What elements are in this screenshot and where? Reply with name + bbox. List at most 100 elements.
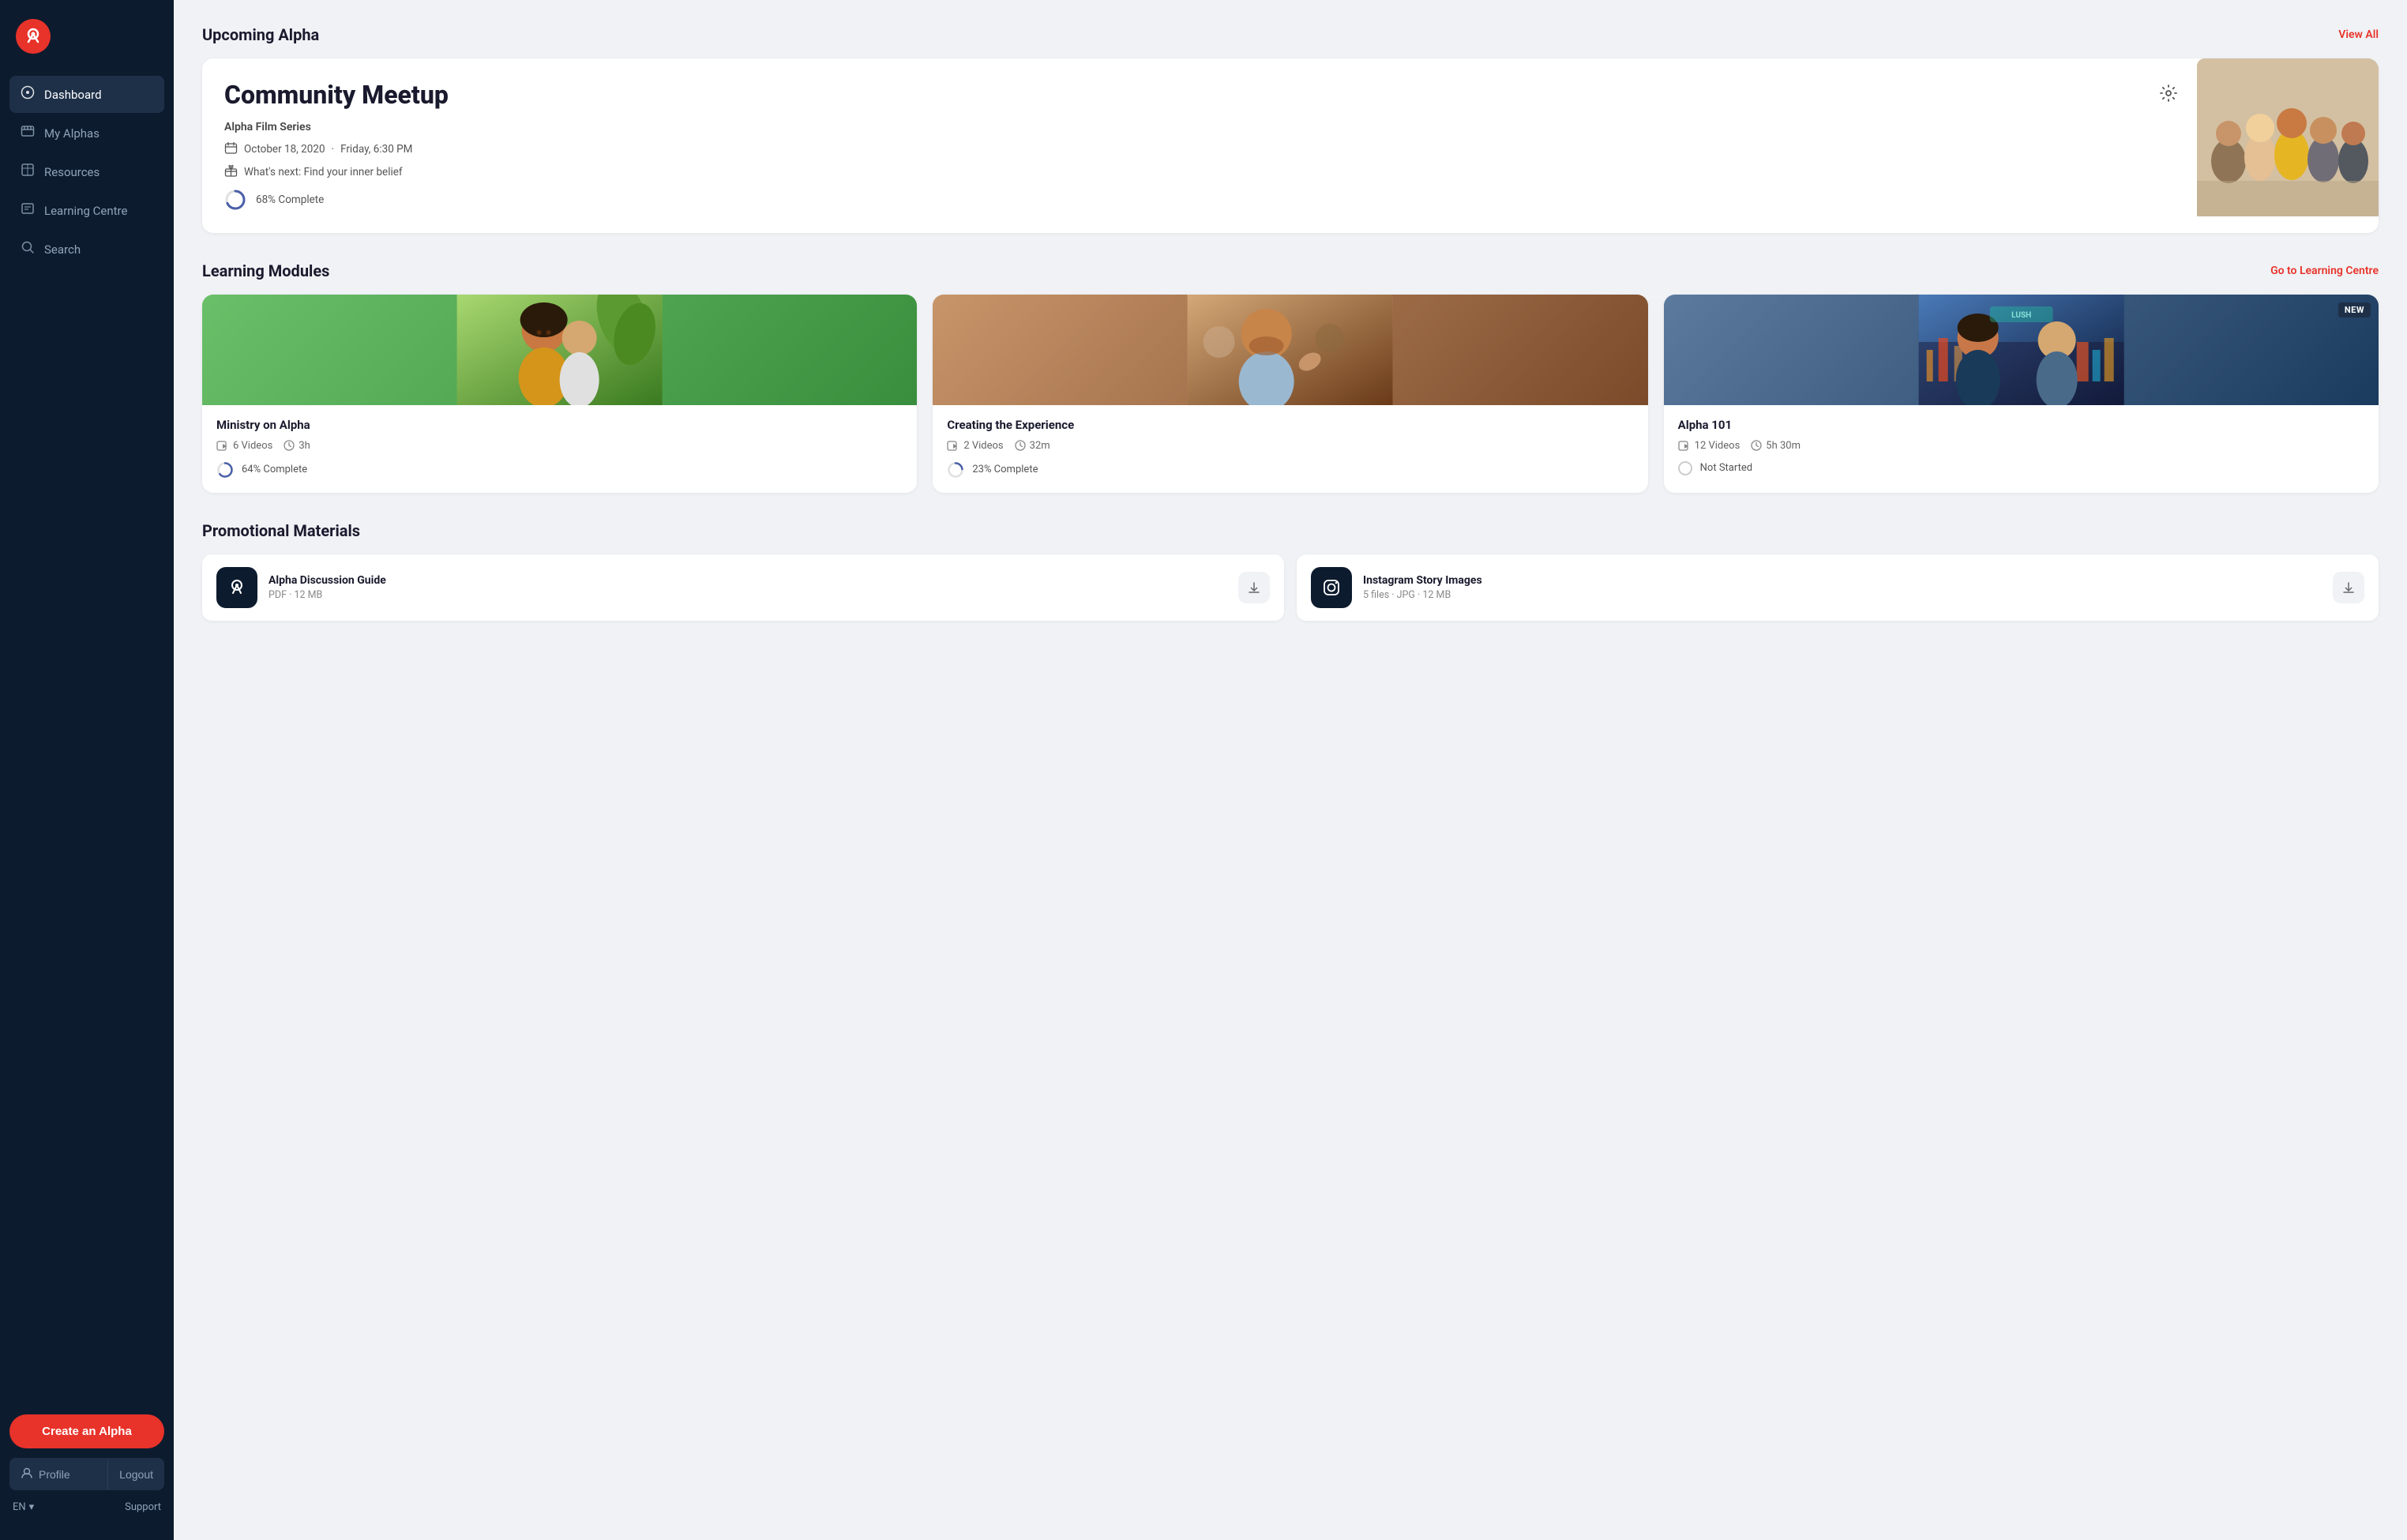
promo-card-instagram: Instagram Story Images 5 files · JPG · 1… xyxy=(1297,554,2379,621)
sidebar-item-my-alphas[interactable]: My Alphas xyxy=(9,115,164,152)
settings-gear-button[interactable] xyxy=(2159,84,2178,107)
support-link[interactable]: Support xyxy=(125,1501,161,1513)
gift-icon xyxy=(224,164,238,181)
module-card-experience[interactable]: Creating the Experience 2 Videos xyxy=(933,295,1647,493)
module-body-experience: Creating the Experience 2 Videos xyxy=(933,405,1647,493)
modules-grid: Ministry on Alpha 6 Videos xyxy=(202,295,2379,493)
module-name-alpha101: Alpha 101 xyxy=(1678,418,2364,432)
module-progress-label-experience: 23% Complete xyxy=(972,464,1038,475)
upcoming-event-date: October 18, 2020 xyxy=(244,143,325,156)
new-badge: NEW xyxy=(2338,302,2371,317)
promo-info-instagram: Instagram Story Images 5 files · JPG · 1… xyxy=(1363,574,2322,601)
module-meta-experience: 2 Videos 32m xyxy=(947,440,1633,452)
my-alphas-icon xyxy=(21,124,35,142)
sidebar-item-learning-centre[interactable]: Learning Centre xyxy=(9,192,164,229)
module-name-ministry: Ministry on Alpha xyxy=(216,418,903,432)
promo-title-discussion: Alpha Discussion Guide xyxy=(268,574,1227,587)
learning-centre-label: Learning Centre xyxy=(44,204,127,218)
upcoming-section-title: Upcoming Alpha xyxy=(202,25,319,44)
module-videos-ministry: 6 Videos xyxy=(233,440,272,452)
upcoming-event-subtitle: Alpha Film Series xyxy=(224,121,2178,133)
create-alpha-button[interactable]: Create an Alpha xyxy=(9,1414,164,1448)
learning-modules-section: Learning Modules Go to Learning Centre xyxy=(202,261,2379,493)
promo-section-title: Promotional Materials xyxy=(202,521,360,540)
module-duration-ministry: 3h xyxy=(299,440,310,452)
sidebar-item-search[interactable]: Search xyxy=(9,231,164,268)
upcoming-alpha-section: Upcoming Alpha View All Community Meetup… xyxy=(202,25,2379,233)
sidebar-logo xyxy=(0,19,174,76)
profile-button[interactable]: Profile xyxy=(9,1458,107,1490)
promo-icon-instagram xyxy=(1311,567,1352,608)
promo-meta-discussion: PDF · 12 MB xyxy=(268,589,1227,601)
language-selector[interactable]: EN ▾ xyxy=(13,1501,34,1513)
upcoming-progress-row: 68% Complete xyxy=(224,189,2178,211)
svg-text:LUSH: LUSH xyxy=(2011,311,2031,320)
sidebar-item-resources[interactable]: Resources xyxy=(9,153,164,190)
module-duration-alpha101: 5h 30m xyxy=(1766,440,1801,452)
upcoming-event-next-row: What's next: Find your inner belief xyxy=(224,164,2178,181)
upcoming-info: Community Meetup Alpha Film Series xyxy=(224,81,2197,211)
module-card-ministry[interactable]: Ministry on Alpha 6 Videos xyxy=(202,295,917,493)
dashboard-icon xyxy=(21,85,35,103)
module-image-ministry xyxy=(202,295,917,405)
search-label: Search xyxy=(44,242,81,257)
profile-icon xyxy=(21,1467,33,1482)
my-alphas-label: My Alphas xyxy=(44,126,100,141)
upcoming-event-title: Community Meetup xyxy=(224,81,449,110)
module-progress-circle-ministry xyxy=(216,461,234,479)
sidebar: Dashboard My Alphas xyxy=(0,0,174,1540)
promo-info-discussion: Alpha Discussion Guide PDF · 12 MB xyxy=(268,574,1227,601)
clock-icon xyxy=(284,440,295,451)
alpha-logo-icon xyxy=(16,19,51,54)
upcoming-section-header: Upcoming Alpha View All xyxy=(202,25,2379,44)
learning-modules-title: Learning Modules xyxy=(202,261,329,280)
download-instagram-images-button[interactable] xyxy=(2333,572,2364,603)
promo-meta-instagram: 5 files · JPG · 12 MB xyxy=(1363,589,2322,601)
promo-grid: Alpha Discussion Guide PDF · 12 MB xyxy=(202,554,2379,621)
download-discussion-guide-button[interactable] xyxy=(1238,572,1270,603)
upcoming-progress-label: 68% Complete xyxy=(256,193,324,206)
module-duration-experience: 32m xyxy=(1030,440,1050,452)
clock-icon xyxy=(1015,440,1026,451)
not-started-circle xyxy=(1678,461,1692,475)
module-videos-alpha101: 12 Videos xyxy=(1695,440,1740,452)
calendar-icon xyxy=(224,141,238,158)
sidebar-nav: Dashboard My Alphas xyxy=(0,76,174,1402)
module-progress-circle-experience xyxy=(947,461,964,479)
profile-logout-row: Profile Logout xyxy=(9,1458,164,1490)
resources-label: Resources xyxy=(44,165,100,179)
promo-icon-discussion xyxy=(216,567,257,608)
chevron-down-icon: ▾ xyxy=(29,1501,35,1513)
sidebar-bottom: Create an Alpha Profile Logout EN ▾ Supp… xyxy=(0,1402,174,1527)
main-content: Upcoming Alpha View All Community Meetup… xyxy=(174,0,2407,1540)
module-progress-ministry: 64% Complete xyxy=(216,461,903,479)
dashboard-label: Dashboard xyxy=(44,88,102,102)
videos-icon xyxy=(947,441,959,451)
module-image-alpha101: LUSH NEW xyxy=(1664,295,2379,405)
lang-label: EN xyxy=(13,1501,26,1513)
lang-support-row: EN ▾ Support xyxy=(9,1500,164,1515)
videos-icon xyxy=(216,441,229,451)
upcoming-progress-circle xyxy=(224,189,246,211)
view-all-link[interactable]: View All xyxy=(2338,28,2379,41)
go-to-learning-centre-link[interactable]: Go to Learning Centre xyxy=(2270,265,2379,277)
learning-modules-header: Learning Modules Go to Learning Centre xyxy=(202,261,2379,280)
module-card-alpha101[interactable]: LUSH NEW Alpha 101 12 Videos xyxy=(1664,295,2379,493)
sidebar-item-dashboard[interactable]: Dashboard xyxy=(9,76,164,113)
module-progress-label-alpha101: Not Started xyxy=(1700,462,1752,474)
module-progress-label-ministry: 64% Complete xyxy=(242,464,307,475)
module-videos-experience: 2 Videos xyxy=(963,440,1003,452)
upcoming-event-time: Friday, 6:30 PM xyxy=(340,143,412,156)
logout-button[interactable]: Logout xyxy=(107,1459,164,1489)
module-name-experience: Creating the Experience xyxy=(947,418,1633,432)
module-meta-ministry: 6 Videos 3h xyxy=(216,440,903,452)
clock-icon xyxy=(1751,440,1762,451)
module-progress-alpha101: Not Started xyxy=(1678,461,2364,475)
promo-card-discussion-guide: Alpha Discussion Guide PDF · 12 MB xyxy=(202,554,1284,621)
promo-title-instagram: Instagram Story Images xyxy=(1363,574,2322,587)
upcoming-event-image xyxy=(2197,58,2379,233)
module-body-ministry: Ministry on Alpha 6 Videos xyxy=(202,405,917,493)
upcoming-event-next: What's next: Find your inner belief xyxy=(244,166,403,178)
upcoming-event-date-row: October 18, 2020 · Friday, 6:30 PM xyxy=(224,141,2178,158)
upcoming-alpha-card: Community Meetup Alpha Film Series xyxy=(202,58,2379,233)
